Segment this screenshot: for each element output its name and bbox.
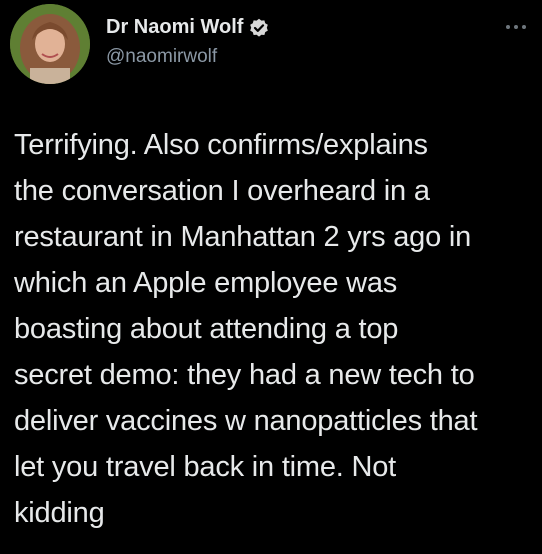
author-handle[interactable]: @naomirwolf — [106, 46, 217, 68]
tweet-text-line: kidding — [14, 497, 105, 529]
tweet-text-line: secret demo: they had a new tech to — [14, 359, 475, 391]
tweet-card: Dr Naomi Wolf @naomirwolf Terrifying. Al… — [0, 0, 542, 554]
tweet-text-line: the conversation I overheard in a — [14, 175, 430, 207]
avatar[interactable] — [10, 4, 90, 84]
avatar-image — [10, 4, 90, 84]
author-display-name[interactable]: Dr Naomi Wolf — [106, 16, 243, 39]
tweet-text-line: boasting about attending a top — [14, 313, 399, 345]
tweet-text-line: deliver vaccines w nanopatticles that — [14, 405, 478, 437]
more-options-icon[interactable] — [506, 22, 532, 32]
verified-badge-icon — [249, 18, 269, 38]
tweet-text-line: restaurant in Manhattan 2 yrs ago in — [14, 221, 472, 253]
dot — [522, 25, 526, 29]
tweet-text-line: which an Apple employee was — [14, 267, 398, 299]
tweet-text-line: let you travel back in time. Not — [14, 451, 397, 483]
tweet-text: Terrifying. Also confirms/explains the c… — [14, 122, 539, 536]
dot — [514, 25, 518, 29]
dot — [506, 25, 510, 29]
author-name-row: Dr Naomi Wolf — [106, 16, 269, 39]
tweet-text-line: Terrifying. Also confirms/explains — [14, 129, 428, 161]
